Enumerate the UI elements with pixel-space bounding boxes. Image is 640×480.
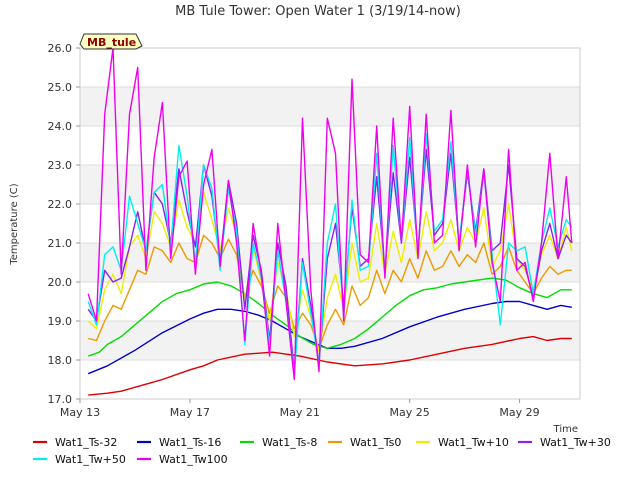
y-tick-label: 18.0 (48, 354, 73, 367)
grid-band (80, 321, 580, 360)
y-tick-label: 20.0 (48, 276, 73, 289)
y-tick-label: 26.0 (48, 42, 73, 55)
y-tick-label: 21.0 (48, 237, 73, 250)
grid-band (80, 87, 580, 126)
legend-label: Wat1_Tw100 (159, 453, 228, 466)
x-axis-ticks: May 13 May 17 May 21 May 25 May 29 (60, 399, 540, 419)
x-tick-label: May 17 (170, 406, 210, 419)
y-axis-ticks: 17.0 18.0 19.0 20.0 21.0 22.0 23.0 24.0 25.0 26.0 (48, 42, 80, 406)
legend-label: Wat1_Ts0 (350, 436, 401, 449)
line-chart: MB Tule Tower: Open Water 1 (3/19/14-now… (9, 4, 611, 466)
legend-label: Wat1_Tw+50 (55, 453, 126, 466)
x-axis-title: Time (553, 424, 578, 435)
chart-title: MB Tule Tower: Open Water 1 (3/19/14-now… (175, 4, 461, 19)
legend-label: Wat1_Ts-32 (55, 436, 117, 449)
y-tick-label: 23.0 (48, 159, 73, 172)
y-axis-title: Temperature (C) (9, 183, 20, 265)
y-tick-label: 24.0 (48, 120, 73, 133)
x-tick-label: May 13 (60, 406, 100, 419)
legend: Wat1_Ts-32 Wat1_Ts-16 Wat1_Ts-8 Wat1_Ts0 Wat… (33, 436, 611, 466)
station-label-box: MB_tule (79, 33, 143, 50)
legend-label: Wat1_Tw+30 (540, 436, 611, 449)
station-label: MB_tule (87, 36, 136, 49)
x-tick-label: May 29 (499, 406, 539, 419)
y-tick-label: 22.0 (48, 198, 73, 211)
y-tick-label: 17.0 (48, 393, 73, 406)
y-tick-label: 25.0 (48, 81, 73, 94)
legend-label: Wat1_Ts-16 (159, 436, 221, 449)
legend-label: Wat1_Ts-8 (262, 436, 317, 449)
x-tick-label: May 25 (390, 406, 430, 419)
x-tick-label: May 21 (280, 406, 320, 419)
y-tick-label: 19.0 (48, 315, 73, 328)
legend-label: Wat1_Tw+10 (438, 436, 509, 449)
